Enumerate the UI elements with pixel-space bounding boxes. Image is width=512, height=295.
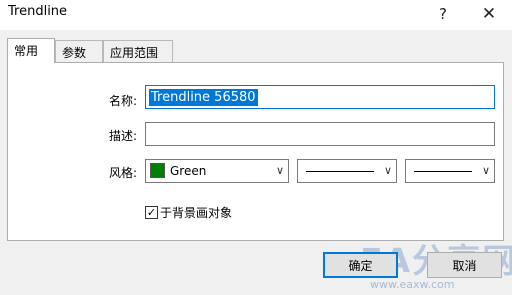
color-select-value: Green — [170, 164, 207, 178]
tab-visualization[interactable]: 应用范围 — [103, 40, 173, 62]
cancel-button[interactable]: 取消 — [427, 252, 502, 278]
color-swatch — [150, 163, 165, 178]
style-label: 风格: — [109, 166, 138, 180]
description-field[interactable] — [145, 122, 495, 146]
line-width-sample — [414, 171, 472, 172]
line-width-select[interactable]: ∨ — [405, 159, 495, 183]
chevron-down-icon: ∨ — [481, 164, 490, 177]
ok-button[interactable]: 确定 — [323, 252, 398, 278]
watermark-url: www.eaxw.com — [370, 278, 455, 291]
checkbox-check-icon[interactable]: ✓ — [145, 206, 158, 219]
background-checkbox[interactable]: ✓ 于背景画对象 — [145, 204, 232, 221]
name-field[interactable]: Trendline 56580 — [145, 85, 495, 109]
tab-panel-general: 名称: Trendline 56580 描述: 风格: Green ∨ ∨ ∨ … — [7, 62, 504, 241]
background-checkbox-label: 于背景画对象 — [160, 206, 233, 220]
name-field-value: Trendline 56580 — [149, 89, 258, 106]
title-bar: Trendline ? ✕ — [0, 0, 512, 30]
line-style-select[interactable]: ∨ — [297, 159, 397, 183]
name-label: 名称: — [109, 94, 138, 108]
chevron-down-icon: ∨ — [275, 164, 284, 177]
tab-general[interactable]: 常用 — [7, 38, 55, 63]
line-style-sample — [306, 171, 374, 172]
chevron-down-icon: ∨ — [383, 164, 392, 177]
close-icon[interactable]: ✕ — [474, 2, 504, 26]
color-select[interactable]: Green ∨ — [145, 159, 289, 183]
help-icon[interactable]: ? — [428, 2, 458, 26]
description-label: 描述: — [109, 129, 138, 143]
window-title: Trendline — [8, 4, 68, 19]
tab-parameters[interactable]: 参数 — [55, 40, 103, 62]
